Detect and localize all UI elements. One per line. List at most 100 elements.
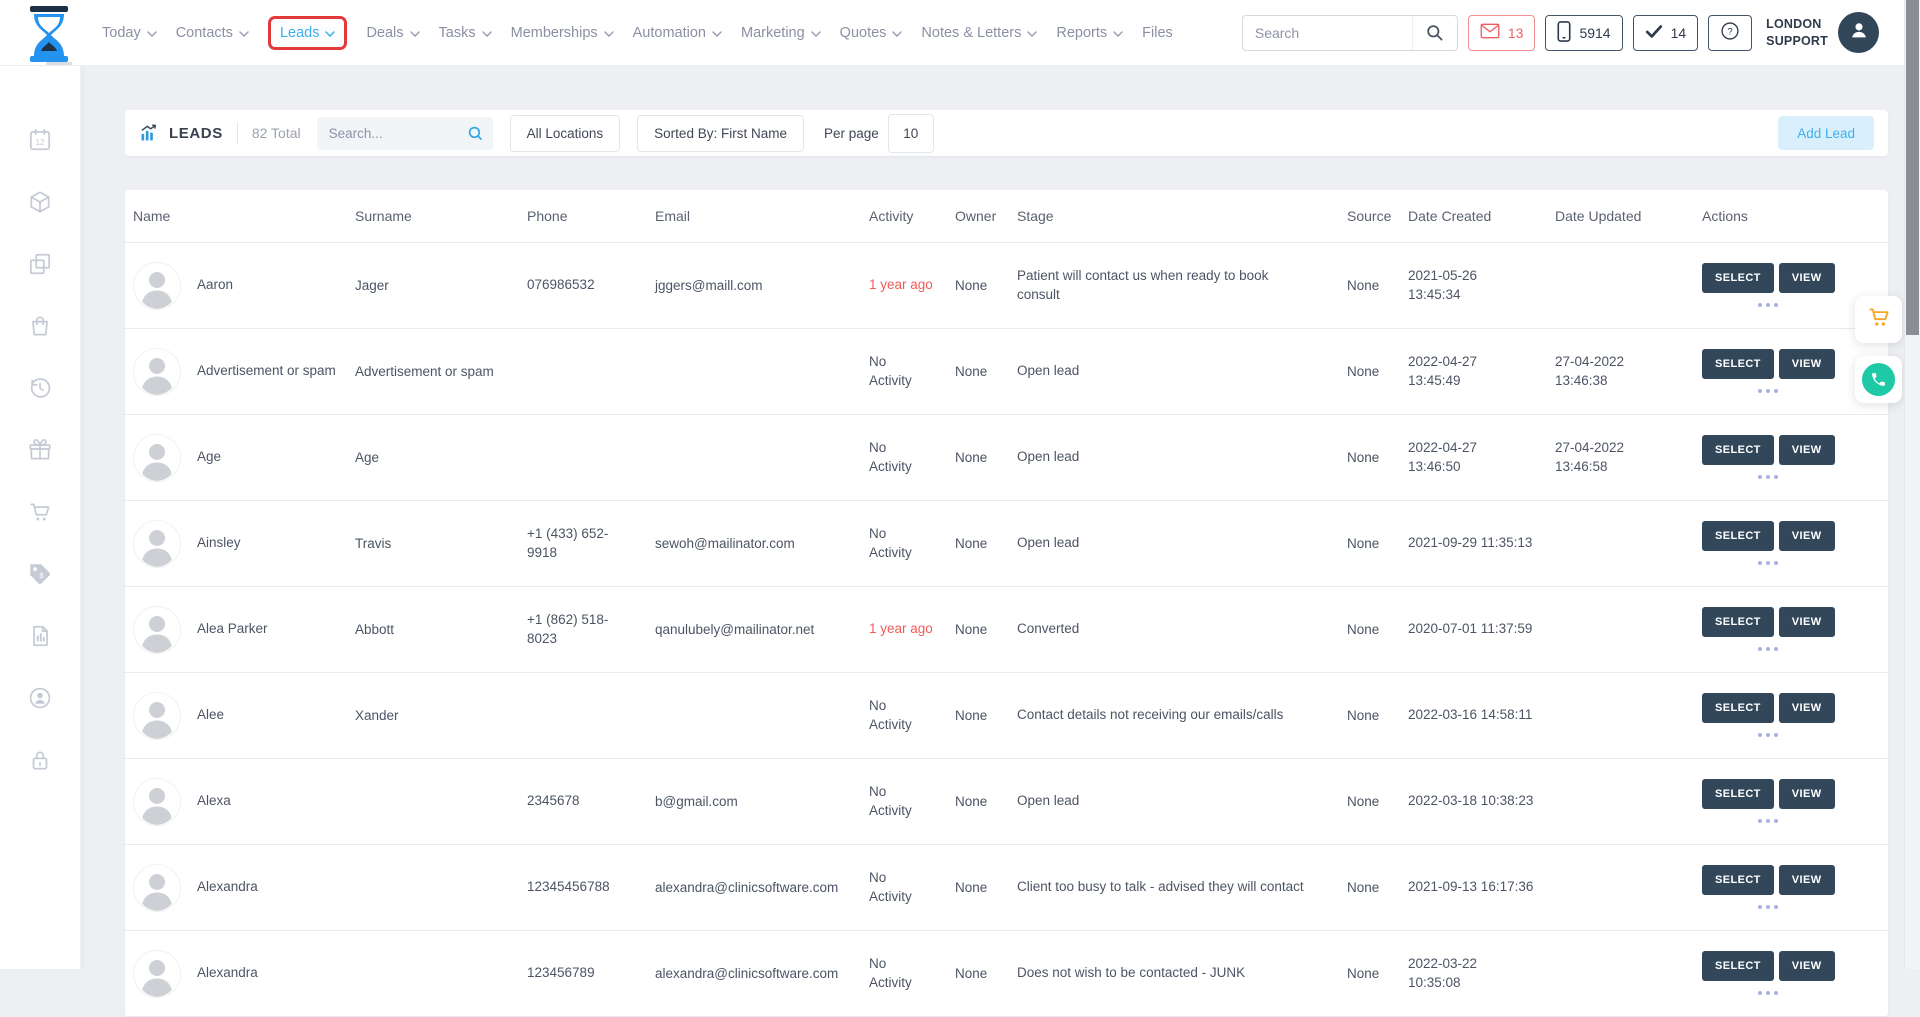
view-button[interactable]: VIEW <box>1779 349 1835 379</box>
lead-stage: Patient will contact us when ready to bo… <box>1017 267 1347 305</box>
mail-badge[interactable]: 13 <box>1468 15 1536 51</box>
nav-item-tasks[interactable]: Tasks <box>439 25 492 41</box>
cart-widget-button[interactable] <box>1855 296 1902 343</box>
lead-actions-cell: SELECTVIEW <box>1702 435 1888 481</box>
nav-item-label: Notes & Letters <box>921 25 1021 41</box>
cube-icon[interactable] <box>27 189 53 215</box>
chevron-down-icon <box>712 31 722 37</box>
more-actions-button[interactable] <box>1752 645 1784 653</box>
view-button[interactable]: VIEW <box>1779 951 1835 981</box>
select-button[interactable]: SELECT <box>1702 693 1774 723</box>
chevron-down-icon <box>482 31 492 37</box>
nav-item-automation[interactable]: Automation <box>633 25 722 41</box>
more-actions-button[interactable] <box>1752 301 1784 309</box>
lock-icon[interactable] <box>27 747 53 773</box>
cart-icon[interactable] <box>27 499 53 525</box>
lead-date-created: 2022-04-2713:46:50 <box>1408 439 1555 477</box>
more-actions-button[interactable] <box>1752 473 1784 481</box>
select-button[interactable]: SELECT <box>1702 435 1774 465</box>
tasks-badge[interactable]: 14 <box>1633 15 1699 51</box>
lead-name-cell: Alexandra <box>133 864 355 912</box>
more-actions-button[interactable] <box>1752 731 1784 739</box>
nav-item-label: Marketing <box>741 25 805 41</box>
lead-owner: None <box>955 278 1017 293</box>
lead-owner: None <box>955 966 1017 981</box>
add-lead-button[interactable]: Add Lead <box>1778 116 1874 150</box>
lead-activity: NoActivity <box>869 525 955 563</box>
app-logo[interactable] <box>24 5 74 65</box>
gift-icon[interactable] <box>27 437 53 463</box>
column-header-source: Source <box>1347 208 1408 224</box>
lead-date-created: 2022-03-2210:35:08 <box>1408 955 1555 993</box>
main-content: LEADS 82 Total All Locations Sorted By: … <box>80 65 1905 969</box>
more-actions-button[interactable] <box>1752 559 1784 567</box>
select-button[interactable]: SELECT <box>1702 349 1774 379</box>
view-button[interactable]: VIEW <box>1779 865 1835 895</box>
total-count: 82 Total <box>252 125 301 141</box>
lead-name-cell: Aaron <box>133 262 355 310</box>
nav-item-today[interactable]: Today <box>102 25 157 41</box>
nav-item-notes-letters[interactable]: Notes & Letters <box>921 25 1037 41</box>
per-page-label: Per page <box>824 126 879 141</box>
leads-search <box>317 117 493 150</box>
table-row: Alea ParkerAbbott+1 (862) 518-8023qanulu… <box>125 587 1888 673</box>
help-badge[interactable]: ? <box>1708 15 1752 51</box>
nav-item-leads[interactable]: Leads <box>268 16 348 50</box>
global-search <box>1242 15 1458 51</box>
view-button[interactable]: VIEW <box>1779 521 1835 551</box>
view-button[interactable]: VIEW <box>1779 693 1835 723</box>
lead-name-cell: Alexa <box>133 778 355 826</box>
search-icon[interactable] <box>1412 16 1457 50</box>
more-actions-button[interactable] <box>1752 387 1784 395</box>
nav-item-contacts[interactable]: Contacts <box>176 25 249 41</box>
history-icon[interactable] <box>27 375 53 401</box>
select-button[interactable]: SELECT <box>1702 951 1774 981</box>
nav-item-deals[interactable]: Deals <box>366 25 419 41</box>
view-button[interactable]: VIEW <box>1779 263 1835 293</box>
scrollbar[interactable] <box>1904 0 1920 969</box>
location-filter-dropdown[interactable]: All Locations <box>510 115 621 152</box>
lead-stage: Open lead <box>1017 792 1347 811</box>
mobile-phone-icon <box>1557 21 1571 45</box>
lead-email: qanulubely@mailinator.net <box>655 622 869 637</box>
user-avatar[interactable] <box>1838 12 1879 53</box>
lead-name-cell: Alea Parker <box>133 606 355 654</box>
nav-item-memberships[interactable]: Memberships <box>511 25 614 41</box>
global-search-input[interactable] <box>1243 25 1412 41</box>
more-actions-button[interactable] <box>1752 903 1784 911</box>
nav-item-label: Files <box>1142 25 1173 41</box>
more-actions-button[interactable] <box>1752 989 1784 997</box>
select-button[interactable]: SELECT <box>1702 521 1774 551</box>
calendar-icon[interactable]: 12 <box>27 127 53 153</box>
report-document-icon[interactable] <box>27 623 53 649</box>
scrollbar-thumb[interactable] <box>1906 0 1919 335</box>
nav-item-reports[interactable]: Reports <box>1056 25 1123 41</box>
view-button[interactable]: VIEW <box>1779 779 1835 809</box>
nav-item-marketing[interactable]: Marketing <box>741 25 821 41</box>
copy-icon[interactable] <box>27 251 53 277</box>
shopping-bag-icon[interactable] <box>27 313 53 339</box>
price-tag-icon[interactable]: $ <box>27 561 53 587</box>
nav-item-quotes[interactable]: Quotes <box>840 25 903 41</box>
select-button[interactable]: SELECT <box>1702 865 1774 895</box>
view-button[interactable]: VIEW <box>1779 607 1835 637</box>
nav-item-files[interactable]: Files <box>1142 25 1173 41</box>
column-header-name: Name <box>133 208 355 224</box>
lead-activity: NoActivity <box>869 783 955 821</box>
user-sync-icon[interactable] <box>27 685 53 711</box>
lead-owner: None <box>955 794 1017 809</box>
per-page-input[interactable] <box>888 114 934 153</box>
select-button[interactable]: SELECT <box>1702 607 1774 637</box>
lead-phone: 12345456788 <box>527 878 655 897</box>
sort-by-dropdown[interactable]: Sorted By: First Name <box>637 115 804 152</box>
more-actions-button[interactable] <box>1752 817 1784 825</box>
calls-badge[interactable]: 5914 <box>1545 15 1622 51</box>
select-button[interactable]: SELECT <box>1702 779 1774 809</box>
view-button[interactable]: VIEW <box>1779 435 1835 465</box>
call-widget-button[interactable] <box>1855 356 1902 403</box>
avatar <box>133 434 181 482</box>
search-icon[interactable] <box>459 125 493 142</box>
nav-item-label: Contacts <box>176 25 233 41</box>
select-button[interactable]: SELECT <box>1702 263 1774 293</box>
leads-search-input[interactable] <box>317 126 459 141</box>
